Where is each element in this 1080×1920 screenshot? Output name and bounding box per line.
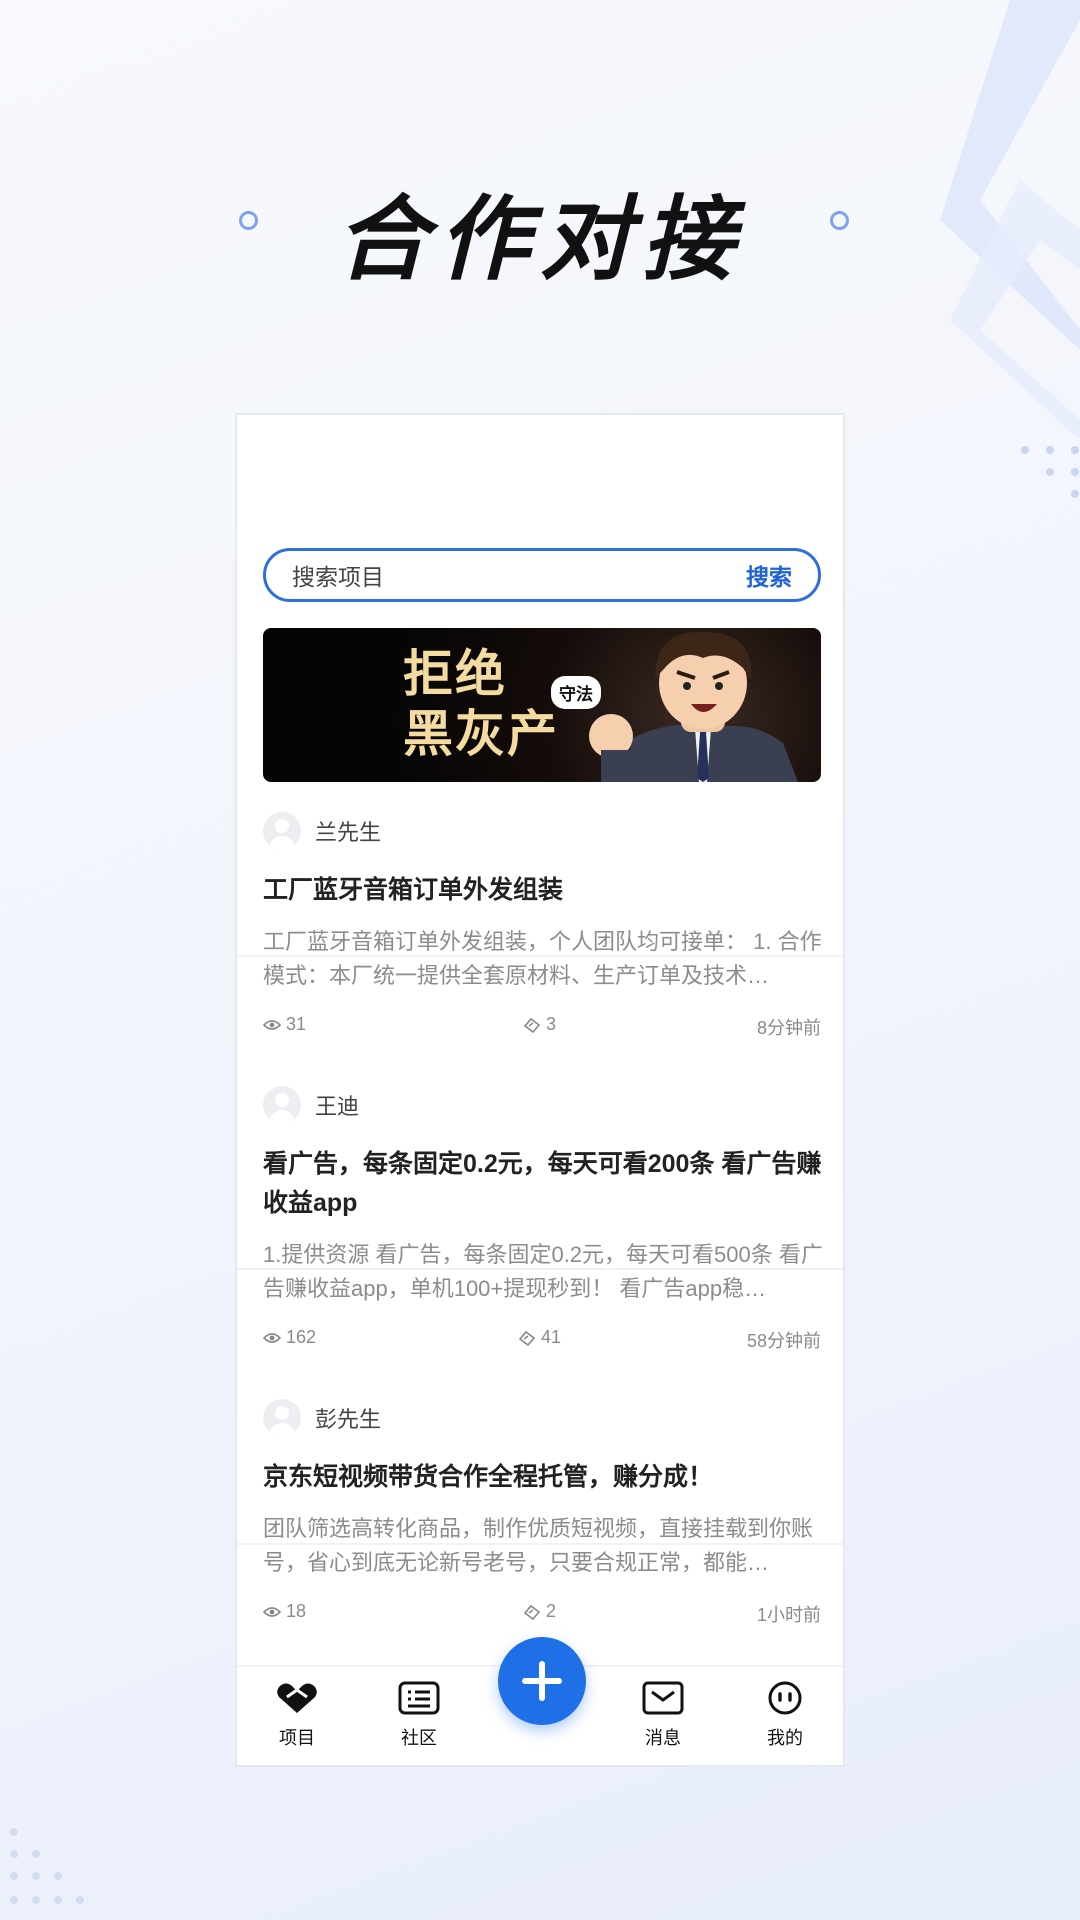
- post-title[interactable]: 京东短视频带货合作全程托管，赚分成！: [263, 1458, 823, 1497]
- eye-icon: [263, 1606, 281, 1617]
- tab-community[interactable]: 社区: [379, 1681, 459, 1750]
- search-button[interactable]: 搜索: [746, 558, 792, 592]
- author-name: 兰先生: [315, 820, 382, 845]
- post-title[interactable]: 看广告，每条固定0.2元，每天可看200条 看广告赚收益app: [263, 1145, 823, 1223]
- banner-character-image: [589, 631, 798, 782]
- community-icon: [398, 1681, 440, 1715]
- envelope-icon: [642, 1681, 684, 1715]
- tab-project[interactable]: 项目: [257, 1681, 337, 1750]
- thumbs-icon: [523, 1604, 541, 1620]
- post-author: 兰先生: [263, 812, 381, 850]
- tab-message-label: 消息: [645, 1728, 681, 1748]
- avatar: [263, 1086, 301, 1124]
- view-count: 18: [263, 1601, 306, 1622]
- author-name: 彭先生: [315, 1407, 382, 1432]
- background-dots: [10, 1828, 84, 1904]
- add-post-button[interactable]: [498, 1637, 586, 1725]
- avatar: [263, 1399, 301, 1437]
- post-description: 团队筛选高转化商品，制作优质短视频，直接挂载到你账号，省心到底无论新号老号，只要…: [263, 1516, 814, 1575]
- search-bar[interactable]: 搜索项目 搜索: [263, 548, 821, 602]
- like-count: 2: [523, 1601, 556, 1622]
- tab-mine[interactable]: 我的: [745, 1681, 825, 1750]
- post-author: 王迪: [263, 1086, 359, 1124]
- tab-message[interactable]: 消息: [623, 1681, 703, 1750]
- avatar: [263, 812, 301, 850]
- author-name: 王迪: [315, 1094, 360, 1119]
- post-title[interactable]: 工厂蓝牙音箱订单外发组装: [263, 871, 823, 910]
- tab-mine-label: 我的: [767, 1728, 803, 1748]
- banner-text: 拒绝 黑灰产: [403, 645, 559, 763]
- search-input[interactable]: 搜索项目: [292, 558, 384, 592]
- tab-community-label: 社区: [401, 1728, 437, 1748]
- project-icon: [277, 1683, 317, 1713]
- post-time: 1小时前: [756, 1605, 821, 1625]
- post-author: 彭先生: [263, 1399, 381, 1437]
- tab-project-label: 项目: [279, 1728, 315, 1748]
- profile-face-icon: [768, 1681, 802, 1715]
- promo-banner[interactable]: 拒绝 黑灰产 守法: [263, 628, 821, 782]
- phone-screen: 搜索项目 搜索 拒绝 黑灰产 守法 兰先生 工厂蓝牙音箱订单外发组装 工厂蓝牙音…: [235, 413, 845, 1767]
- hero-title: 合作对接: [335, 186, 744, 293]
